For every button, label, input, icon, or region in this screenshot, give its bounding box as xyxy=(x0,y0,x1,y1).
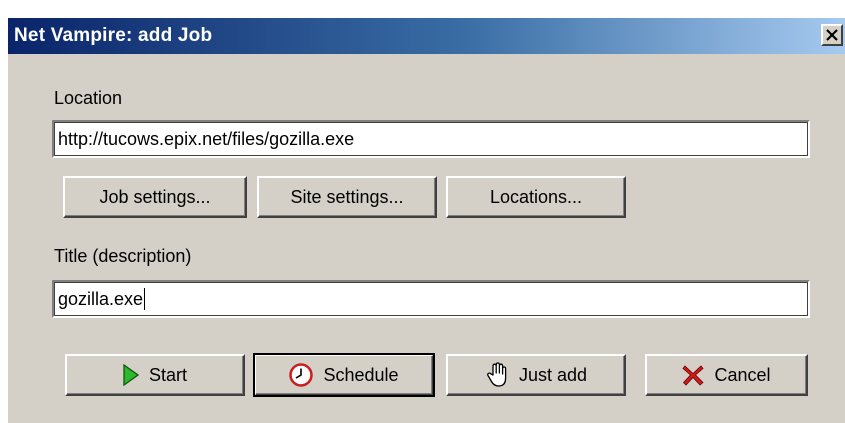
title-input[interactable]: gozilla.exe xyxy=(52,280,810,318)
title-bar: Net Vampire: add Job xyxy=(8,18,845,54)
start-button[interactable]: Start xyxy=(65,354,245,396)
close-button[interactable] xyxy=(821,24,843,46)
text-caret xyxy=(144,288,146,310)
location-value: http://tucows.epix.net/files/gozilla.exe xyxy=(58,129,355,149)
cancel-button[interactable]: Cancel xyxy=(645,354,808,396)
locations-label: Locations... xyxy=(489,186,583,207)
just-add-label: Just add xyxy=(518,364,588,385)
schedule-button[interactable]: Schedule xyxy=(253,353,435,397)
location-label: Location xyxy=(54,88,123,108)
cancel-label: Cancel xyxy=(714,364,771,385)
play-triangle-icon xyxy=(123,364,139,386)
add-job-dialog: Net Vampire: add Job Location http://tuc… xyxy=(8,18,845,423)
start-label: Start xyxy=(148,364,187,385)
hand-pointer-icon xyxy=(485,362,509,388)
schedule-label: Schedule xyxy=(323,364,399,385)
window-title: Net Vampire: add Job xyxy=(14,25,213,46)
location-input[interactable]: http://tucows.epix.net/files/gozilla.exe xyxy=(52,120,810,158)
job-settings-label: Job settings... xyxy=(99,186,211,207)
site-settings-button[interactable]: Site settings... xyxy=(257,176,437,218)
close-icon xyxy=(826,29,838,41)
locations-button[interactable]: Locations... xyxy=(446,176,626,218)
title-value: gozilla.exe xyxy=(58,289,144,309)
site-settings-label: Site settings... xyxy=(290,186,404,207)
clock-icon xyxy=(289,363,314,387)
title-description-label: Title (description) xyxy=(54,246,192,266)
job-settings-button[interactable]: Job settings... xyxy=(63,176,247,218)
red-x-icon xyxy=(682,364,705,386)
just-add-button[interactable]: Just add xyxy=(446,354,626,396)
